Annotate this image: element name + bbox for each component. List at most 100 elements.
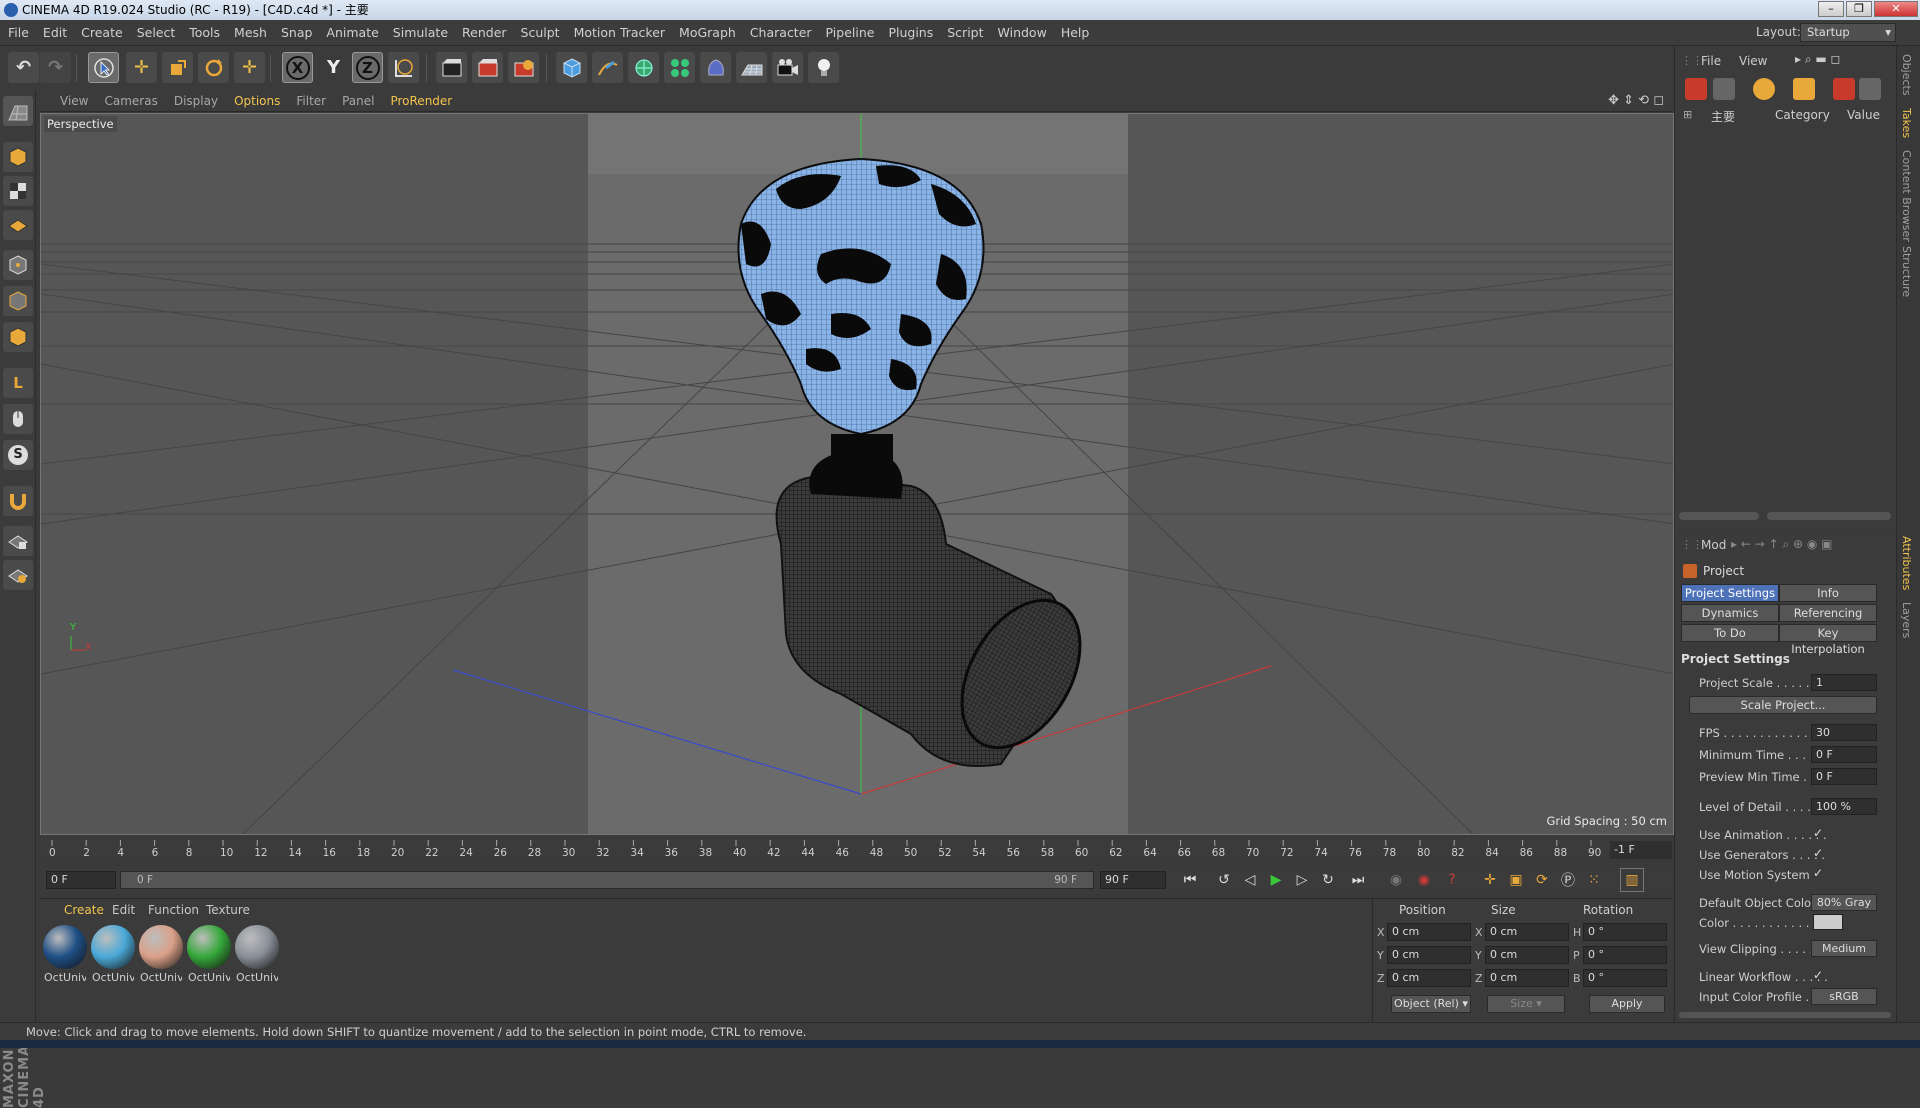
live-selection-icon[interactable] — [88, 52, 119, 83]
coord-mode-dropdown[interactable]: Object (Rel) ▾ — [1391, 995, 1471, 1013]
vp-menu-options[interactable]: Options — [226, 90, 288, 112]
object-tool-icon-4[interactable] — [1793, 78, 1815, 100]
attributes-scrollbar[interactable] — [1679, 1012, 1891, 1018]
edit-render-settings-icon[interactable] — [508, 52, 539, 83]
coord-size-field[interactable]: 0 cm — [1485, 969, 1569, 987]
lock-workplane-icon[interactable] — [3, 526, 33, 556]
move-axis-icon[interactable]: ✛ — [234, 52, 265, 83]
object-tool-icon-6[interactable] — [1859, 78, 1881, 100]
vp-menu-filter[interactable]: Filter — [288, 90, 334, 112]
side-tab-attributes[interactable]: Attributes — [1900, 536, 1913, 590]
rotate-icon[interactable] — [198, 52, 229, 83]
next-frame-icon[interactable]: ▷ — [1290, 868, 1314, 892]
go-to-start-icon[interactable]: ⏮ — [1178, 868, 1202, 892]
record-position-icon[interactable]: ✛ — [1478, 868, 1502, 892]
polygons-mode-icon[interactable] — [3, 322, 33, 352]
current-frame-field[interactable]: -1 F — [1610, 841, 1672, 859]
workplane-icon[interactable] — [3, 210, 33, 240]
z-axis-lock-icon[interactable]: Z — [352, 52, 383, 83]
cube-icon[interactable] — [556, 52, 587, 83]
close-button[interactable]: ✕ — [1874, 1, 1918, 17]
make-editable-icon[interactable] — [3, 96, 33, 126]
attr-nav-icons[interactable]: ▸ ← → ↑ ⌕ ⊕ ◉ ▣ — [1731, 537, 1832, 552]
previous-frame-icon[interactable]: ◁ — [1238, 868, 1262, 892]
input-color-profile-dropdown[interactable]: sRGB — [1811, 988, 1877, 1005]
tab-referencing[interactable]: Referencing — [1779, 604, 1877, 622]
coord-rotation-field[interactable]: 0 ° — [1583, 923, 1667, 941]
coord-size-field[interactable]: 0 cm — [1485, 946, 1569, 964]
object-tool-icon-1[interactable] — [1685, 78, 1707, 100]
use-animation-checkbox[interactable]: ✓ — [1813, 826, 1823, 840]
minimum-time-field[interactable]: 0 F — [1811, 746, 1877, 763]
timeline-window-icon[interactable]: ▥ — [1620, 868, 1644, 892]
menu-mograph[interactable]: MoGraph — [672, 20, 743, 46]
take-item-main[interactable]: 主要 — [1711, 108, 1735, 125]
coord-rotation-field[interactable]: 0 ° — [1583, 946, 1667, 964]
autokeying-icon[interactable]: ◉ — [1412, 868, 1436, 892]
default-object-color-dropdown[interactable]: 80% Gray — [1811, 894, 1877, 911]
viewport-label[interactable]: Perspective — [44, 116, 117, 132]
fps-field[interactable]: 30 — [1811, 724, 1877, 741]
menu-animate[interactable]: Animate — [319, 20, 385, 46]
world-coordinates-icon[interactable] — [388, 52, 419, 83]
menu-plugins[interactable]: Plugins — [881, 20, 940, 46]
objects-menu-file[interactable]: File — [1701, 54, 1721, 68]
menu-tools[interactable]: Tools — [182, 20, 227, 46]
keyframe-selection-icon[interactable]: ? — [1440, 868, 1464, 892]
mat-menu-function[interactable]: Function — [148, 903, 199, 917]
record-scale-icon[interactable]: ▣ — [1504, 868, 1528, 892]
tab-info[interactable]: Info — [1779, 584, 1877, 602]
minimize-button[interactable]: – — [1818, 1, 1844, 17]
tab-key-interpolation[interactable]: Key Interpolation — [1779, 624, 1877, 656]
record-point-level-icon[interactable]: ⁙ — [1582, 868, 1606, 892]
start-frame-field[interactable]: 0 F — [46, 871, 116, 889]
planar-workplane-icon[interactable] — [3, 560, 33, 590]
coord-position-field[interactable]: 0 cm — [1387, 946, 1471, 964]
magnet-icon[interactable] — [3, 486, 33, 516]
side-tab-layers[interactable]: Layers — [1900, 602, 1913, 638]
vp-menu-panel[interactable]: Panel — [334, 90, 382, 112]
go-to-end-icon[interactable]: ⏭ — [1346, 868, 1370, 892]
coord-size-field[interactable]: 0 cm — [1485, 923, 1569, 941]
layout-dropdown[interactable]: Startup — [1800, 23, 1896, 42]
mat-menu-edit[interactable]: Edit — [112, 903, 135, 917]
record-active-objects-icon[interactable]: ◉ — [1384, 868, 1408, 892]
camera-icon[interactable] — [772, 52, 803, 83]
next-key-icon[interactable]: ↻ — [1316, 868, 1340, 892]
use-motion-system-checkbox[interactable]: ✓ — [1813, 866, 1823, 880]
use-generators-checkbox[interactable]: ✓ — [1813, 846, 1823, 860]
render-picture-viewer-icon[interactable] — [472, 52, 503, 83]
render-view-icon[interactable] — [436, 52, 467, 83]
light-icon[interactable] — [808, 52, 839, 83]
coord-rotation-field[interactable]: 0 ° — [1583, 969, 1667, 987]
linear-workflow-checkbox[interactable]: ✓ — [1813, 968, 1823, 982]
menu-pipeline[interactable]: Pipeline — [819, 20, 882, 46]
frame-range-slider[interactable]: 0 F 90 F — [120, 871, 1094, 889]
coord-position-field[interactable]: 0 cm — [1387, 969, 1471, 987]
side-tab-objects[interactable]: Objects — [1900, 54, 1913, 96]
menu-character[interactable]: Character — [743, 20, 819, 46]
texture-mode-icon[interactable] — [3, 176, 33, 206]
mat-menu-create[interactable]: Create — [64, 903, 104, 917]
objects-menu-view[interactable]: View — [1739, 54, 1767, 68]
coord-size-dropdown[interactable]: Size ▾ — [1487, 995, 1565, 1013]
menu-sculpt[interactable]: Sculpt — [514, 20, 567, 46]
material-swatch[interactable]: OctUniv — [90, 925, 136, 985]
menu-help[interactable]: Help — [1054, 20, 1097, 46]
undo-icon[interactable]: ↶ — [8, 52, 39, 83]
object-tool-icon-3[interactable] — [1753, 78, 1775, 100]
menu-edit[interactable]: Edit — [36, 20, 74, 46]
vp-menu-display[interactable]: Display — [166, 90, 226, 112]
vp-menu-view[interactable]: View — [40, 90, 96, 112]
preview-min-time-field[interactable]: 0 F — [1811, 768, 1877, 785]
x-axis-lock-icon[interactable]: X — [282, 52, 313, 83]
menu-window[interactable]: Window — [991, 20, 1054, 46]
objects-scrollbar-left[interactable] — [1679, 512, 1759, 520]
record-parameter-icon[interactable]: Ⓟ — [1556, 868, 1580, 892]
menu-script[interactable]: Script — [940, 20, 990, 46]
pen-spline-icon[interactable] — [592, 52, 623, 83]
timeline-ruler[interactable]: 0 2 4 6 8 10 12 14 16 18 20 22 24 26 28 30 32 34 36 38 40 42 4… — [40, 838, 1672, 860]
record-rotation-icon[interactable]: ⟳ — [1530, 868, 1554, 892]
deformer-icon[interactable] — [700, 52, 731, 83]
points-mode-icon[interactable] — [3, 250, 33, 280]
